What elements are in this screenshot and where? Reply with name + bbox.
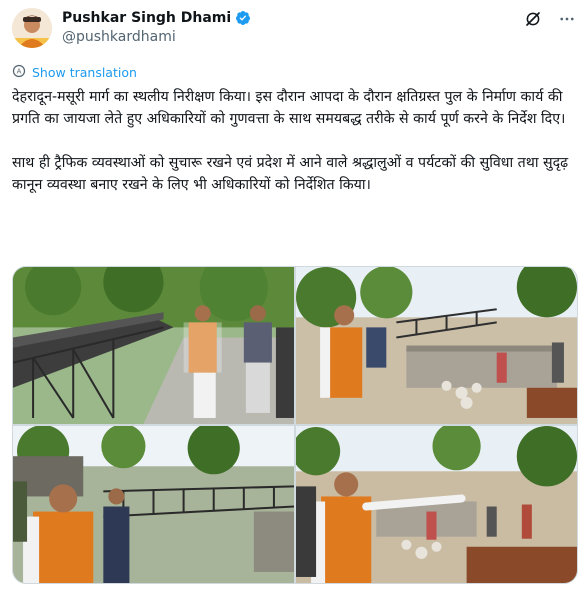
photo-2[interactable] bbox=[296, 267, 577, 424]
profile-avatar[interactable] bbox=[12, 8, 52, 48]
photo-3[interactable] bbox=[13, 426, 294, 583]
photo-1[interactable] bbox=[13, 267, 294, 424]
show-translation-label[interactable]: Show translation bbox=[32, 65, 137, 80]
svg-text:A: A bbox=[17, 68, 22, 76]
avatar-image bbox=[12, 8, 52, 48]
tweet-paragraph-2: साथ ही ट्रैफिक व्यवस्थाओं को सुचारू रखने… bbox=[12, 155, 569, 193]
photo-1-image bbox=[13, 267, 294, 424]
more-icon[interactable] bbox=[558, 10, 576, 28]
media-grid bbox=[12, 266, 578, 584]
photo-4-image bbox=[296, 426, 577, 583]
grok-icon[interactable] bbox=[524, 10, 542, 28]
verified-badge-icon bbox=[235, 10, 251, 26]
tweet-paragraph-1: देहरादून-मसूरी मार्ग का स्थलीय निरीक्षण … bbox=[12, 89, 566, 127]
photo-3-image bbox=[13, 426, 294, 583]
photo-2-image bbox=[296, 267, 577, 424]
translate-icon: A bbox=[12, 64, 26, 81]
tweet-text: देहरादून-मसूरी मार्ग का स्थलीय निरीक्षण … bbox=[12, 86, 576, 196]
author-handle[interactable]: @pushkardhami bbox=[62, 29, 176, 45]
photo-4[interactable] bbox=[296, 426, 577, 583]
author-display-name[interactable]: Pushkar Singh Dhami bbox=[62, 10, 231, 26]
show-translation-link[interactable]: A Show translation bbox=[12, 64, 137, 81]
tweet-header: Pushkar Singh Dhami @pushkardhami bbox=[12, 8, 576, 52]
